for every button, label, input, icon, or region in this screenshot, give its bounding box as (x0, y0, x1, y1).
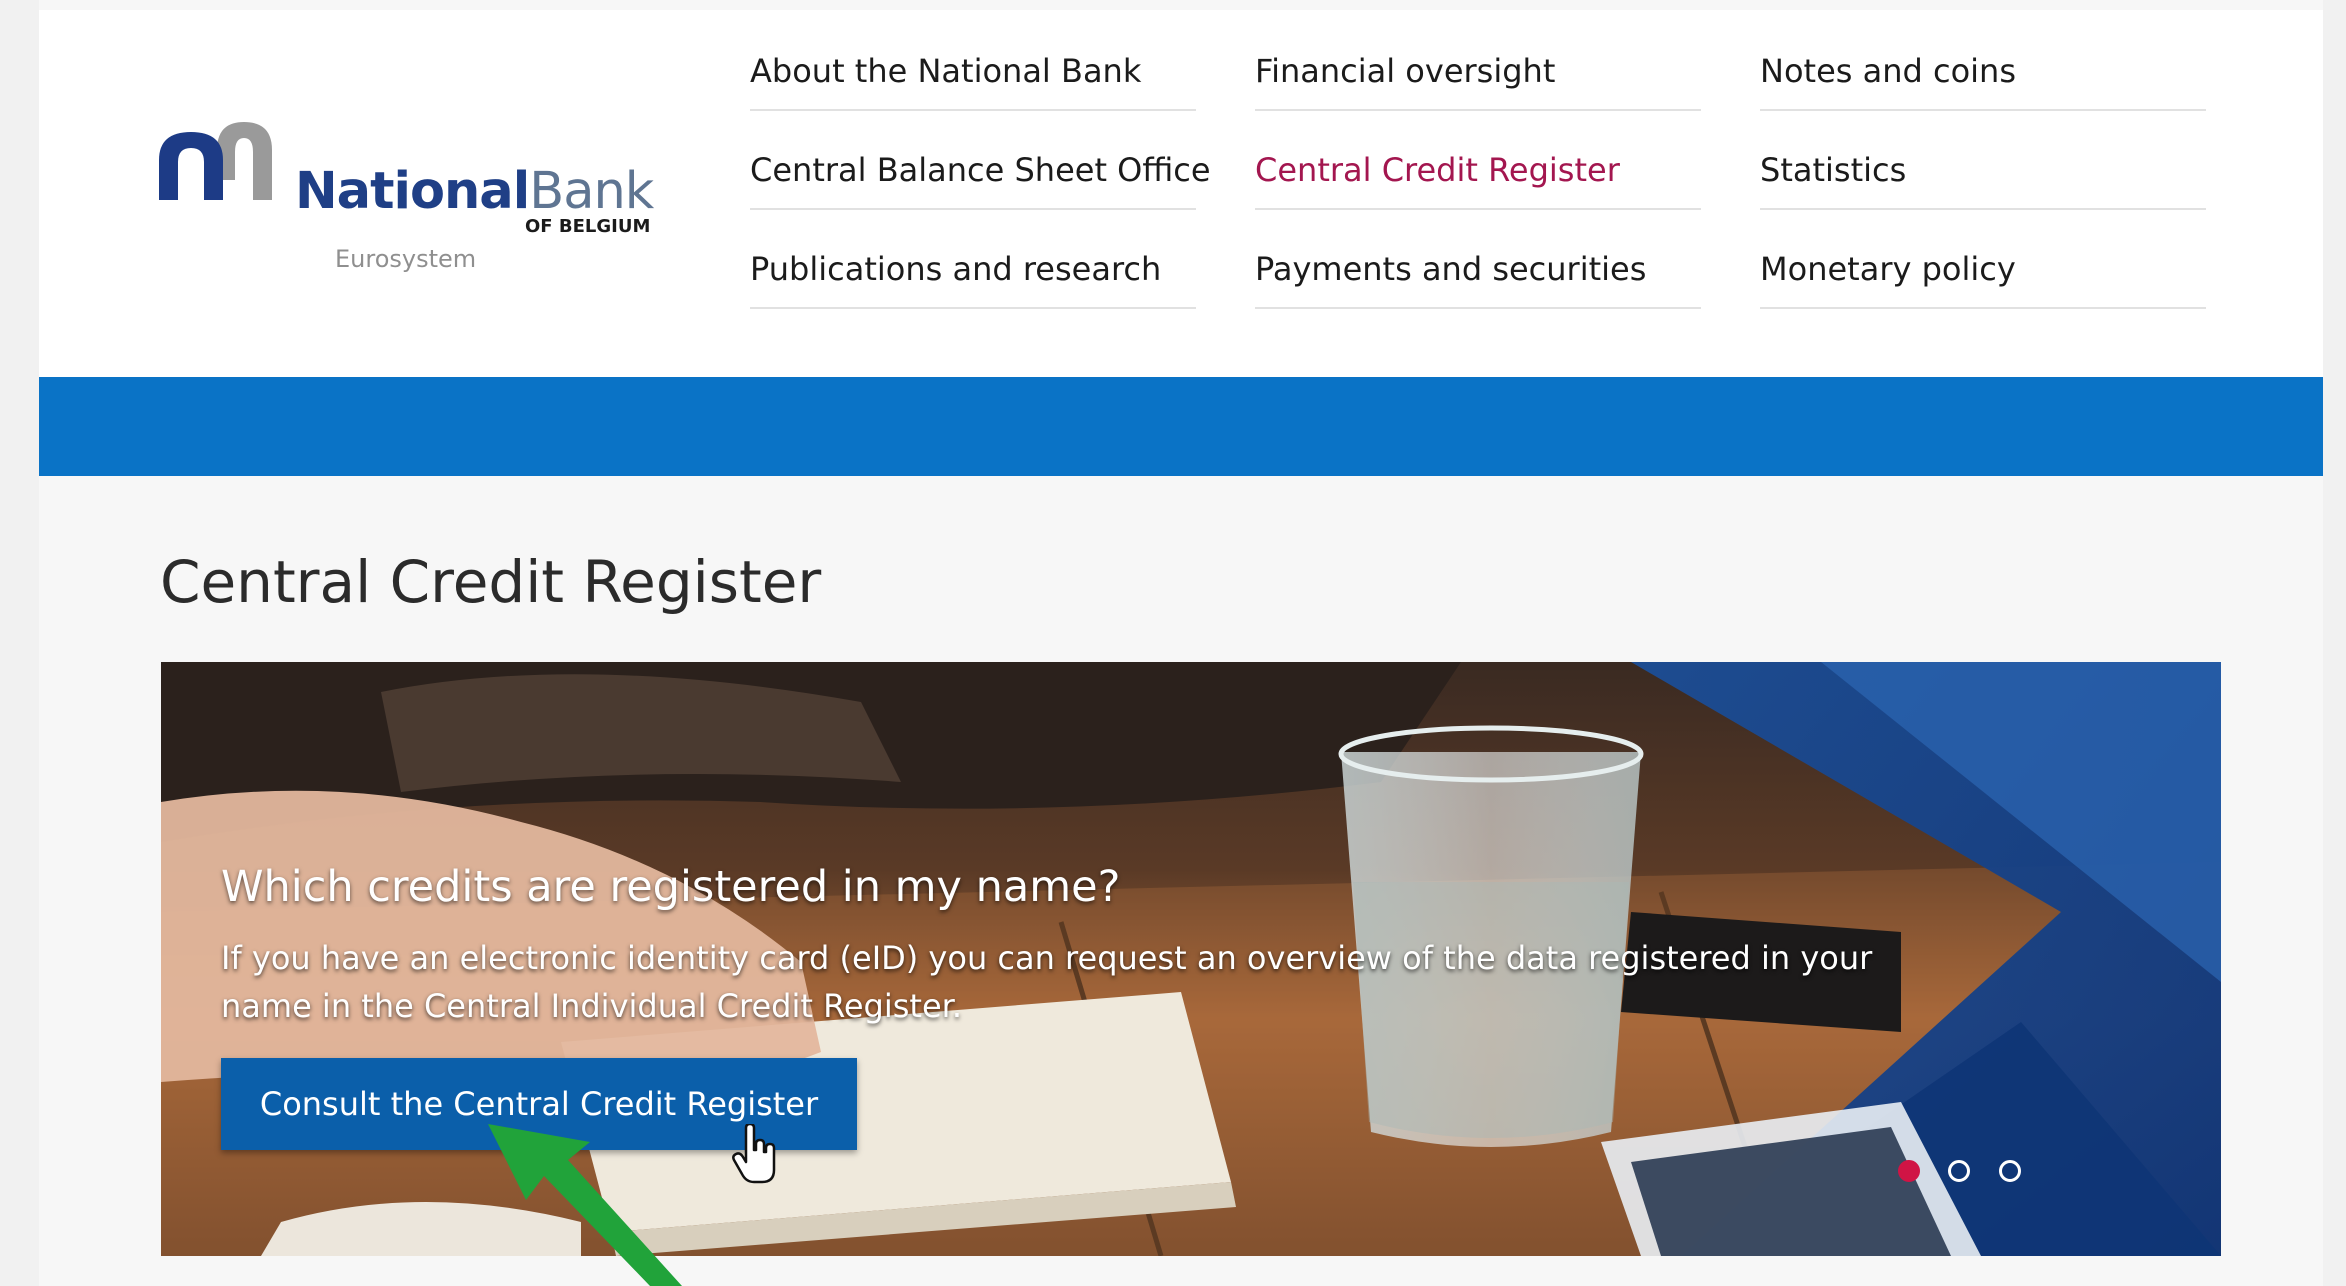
logo-mark-icon (159, 122, 272, 200)
green-arrow-icon (488, 1124, 682, 1286)
nbb-logo[interactable]: NationalBank OF BELGIUM Eurosystem (159, 110, 679, 290)
nav-item-central-credit-register[interactable]: Central Credit Register (1255, 109, 1701, 210)
hand-pointer-icon (732, 1124, 776, 1184)
nav-item-payments[interactable]: Payments and securities (1255, 208, 1701, 309)
page-title: Central Credit Register (160, 548, 822, 616)
carousel-dot-2[interactable] (1948, 1160, 1970, 1182)
carousel-dot-3[interactable] (1999, 1160, 2021, 1182)
nav-item-statistics[interactable]: Statistics (1760, 109, 2206, 210)
nav-item-notes-coins[interactable]: Notes and coins (1760, 10, 2206, 111)
logo-name-light: Bank (529, 162, 654, 221)
nav-item-central-balance-sheet-office[interactable]: Central Balance Sheet Office (750, 109, 1211, 210)
nav-item-financial-oversight[interactable]: Financial oversight (1255, 10, 1701, 111)
nav-item-label: Notes and coins (1760, 52, 2016, 90)
logo-name-bold: National (295, 162, 530, 221)
nav-item-label: Central Balance Sheet Office (750, 151, 1211, 189)
blue-band (39, 377, 2323, 476)
site-header: NationalBank OF BELGIUM Eurosystem About… (39, 10, 2323, 377)
nav-item-label: Publications and research (750, 250, 1162, 288)
nav-item-label: About the National Bank (750, 52, 1142, 90)
nav-item-label: Monetary policy (1760, 250, 2016, 288)
logo-subtitle: OF BELGIUM (525, 216, 651, 237)
hero-text: If you have an electronic identity card … (221, 939, 1873, 1025)
nav-item-label: Statistics (1760, 151, 1907, 189)
nav-item-publications[interactable]: Publications and research (750, 208, 1196, 309)
nav-item-monetary-policy[interactable]: Monetary policy (1760, 208, 2206, 309)
hero-heading: Which credits are registered in my name? (221, 862, 1121, 912)
nav-item-label: Financial oversight (1255, 52, 1556, 90)
carousel-pagination (1898, 1160, 2038, 1190)
carousel-dot-1[interactable] (1898, 1160, 1920, 1182)
logo-tagline: Eurosystem (335, 245, 477, 273)
page: NationalBank OF BELGIUM Eurosystem About… (39, 0, 2323, 1286)
nav-item-about[interactable]: About the National Bank (750, 10, 1196, 111)
logo-wordmark: NationalBank (295, 162, 654, 221)
nav-item-label: Central Credit Register (1255, 151, 1620, 189)
nav-item-label: Payments and securities (1255, 250, 1647, 288)
